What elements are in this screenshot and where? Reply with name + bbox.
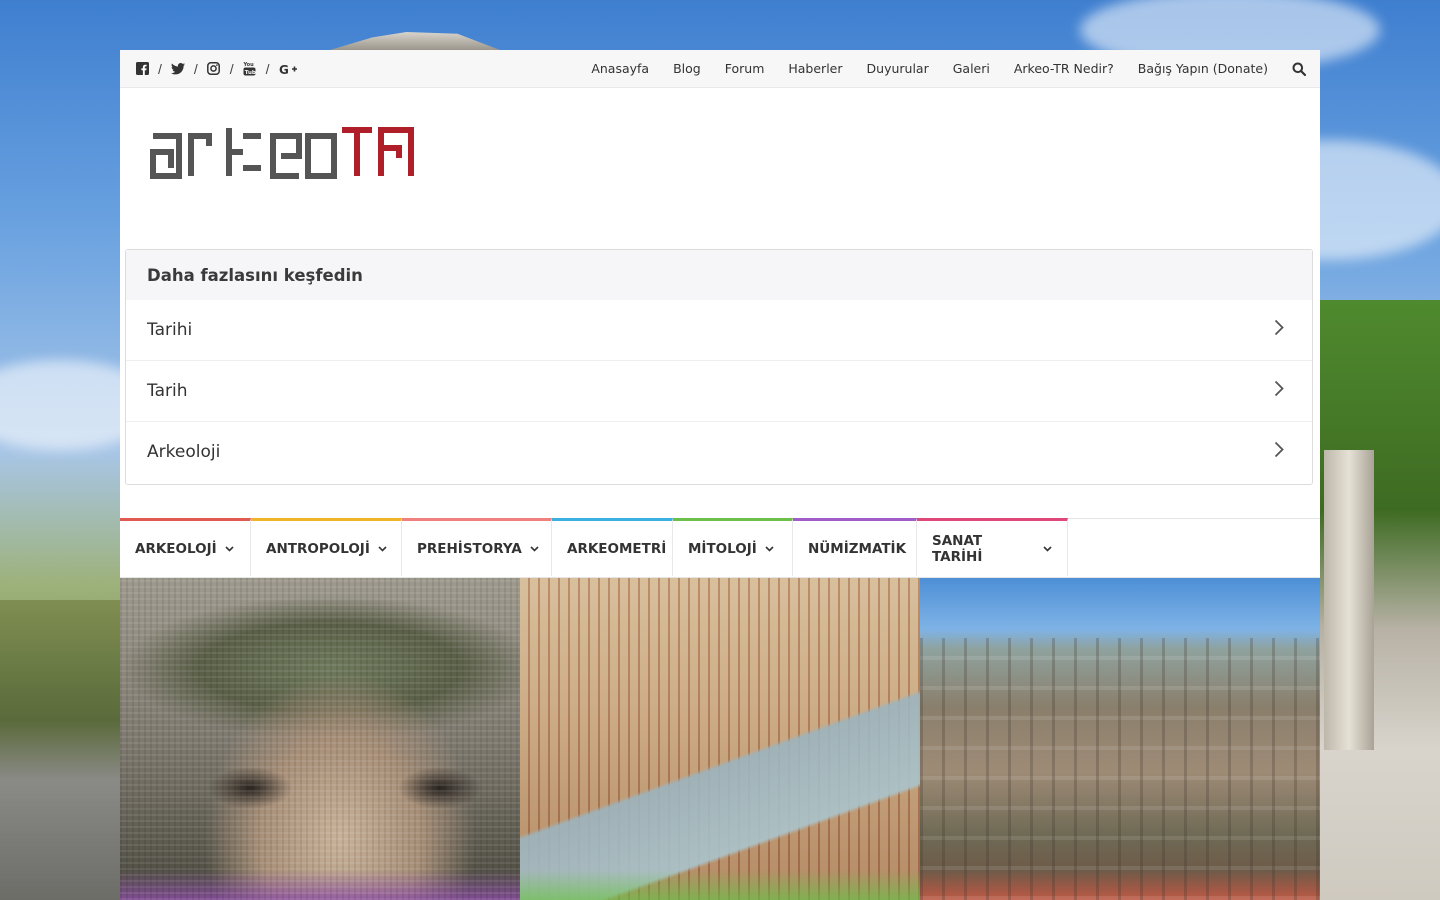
category-label: ARKEOMETRİ [567,540,667,557]
background-column [1324,450,1374,750]
nav-donate[interactable]: Bağış Yapın (Donate) [1138,61,1268,76]
top-navigation: Anasayfa Blog Forum Haberler Duyurular G… [567,61,1306,76]
explore-item-label: Tarih [147,381,188,401]
instagram-icon[interactable] [207,62,221,76]
nav-galeri[interactable]: Galeri [953,61,990,76]
site-logo[interactable] [150,124,414,185]
explore-more-box: Daha fazlasını keşfedin Tarihi Tarih Ark… [125,249,1313,485]
youtube-icon[interactable]: You Tube [243,62,257,76]
chevron-down-icon [1043,545,1052,552]
explore-item[interactable]: Tarih [126,361,1312,422]
explore-item-label: Tarihi [147,320,193,340]
nav-blog[interactable]: Blog [673,61,701,76]
nav-haberler[interactable]: Haberler [788,61,842,76]
svg-text:G: G [279,63,289,75]
separator: / [265,60,270,77]
thumb-fade [120,870,520,900]
chevron-right-icon [1274,380,1284,402]
explore-title: Daha fazlasını keşfedin [126,250,1312,300]
svg-text:You: You [243,62,254,68]
google-plus-icon[interactable]: G [279,62,299,76]
category-arkeometri[interactable]: ARKEOMETRİ [552,518,673,576]
explore-item[interactable]: Arkeoloji [126,422,1312,482]
category-label: MİTOLOJİ [688,540,757,557]
thumb-fade [520,870,920,900]
separator: / [229,60,234,77]
svg-text:Tube: Tube [245,70,256,76]
top-bar: / / / You Tube / G Anasayfa Blog Forum Ha… [120,50,1320,88]
thumb-fade [920,870,1320,900]
background-ruins-left [0,600,120,900]
category-numizmatik[interactable]: NÜMİZMATİK [793,518,917,576]
nav-anasayfa[interactable]: Anasayfa [591,61,649,76]
twitter-icon[interactable] [170,62,185,76]
nav-arkeo-tr-nedir[interactable]: Arkeo-TR Nedir? [1014,61,1114,76]
category-prehistorya[interactable]: PREHİSTORYA [402,518,552,576]
page-container: / / / You Tube / G Anasayfa Blog Forum Ha… [120,50,1320,900]
search-icon[interactable] [1292,62,1306,76]
chevron-right-icon [1274,319,1284,341]
category-arkeoloji[interactable]: ARKEOLOJİ [120,518,251,576]
category-label: ARKEOLOJİ [135,540,217,557]
chevron-down-icon [225,545,234,552]
separator: / [158,60,162,77]
chevron-down-icon [530,545,539,552]
category-mitoloji[interactable]: MİTOLOJİ [673,518,793,576]
category-label: SANAT TARİHİ [932,532,983,565]
category-label: NÜMİZMATİK [808,540,907,557]
category-antropoloji[interactable]: ANTROPOLOJİ [251,518,402,576]
background-stone [330,32,500,50]
featured-post-mosaic[interactable] [120,578,520,900]
chevron-down-icon [765,545,774,552]
category-label: PREHİSTORYA [417,540,522,557]
chevron-down-icon [378,545,387,552]
category-sanat-tarihi[interactable]: SANAT TARİHİ [917,518,1068,576]
featured-posts [120,578,1320,900]
featured-post-ruins[interactable] [920,578,1320,900]
header [120,88,1320,248]
nav-forum[interactable]: Forum [725,61,765,76]
facebook-icon[interactable] [135,62,149,76]
separator: / [193,60,198,77]
category-navigation: ARKEOLOJİ ANTROPOLOJİ PREHİSTORYA ARKEOM… [120,518,1320,578]
social-links: / / / You Tube / G [135,61,299,77]
explore-item[interactable]: Tarihi [126,300,1312,361]
chevron-right-icon [1274,441,1284,463]
explore-item-label: Arkeoloji [147,442,221,462]
nav-duyurular[interactable]: Duyurular [867,61,929,76]
category-label: ANTROPOLOJİ [266,540,370,557]
featured-post-villa-model[interactable] [520,578,920,900]
